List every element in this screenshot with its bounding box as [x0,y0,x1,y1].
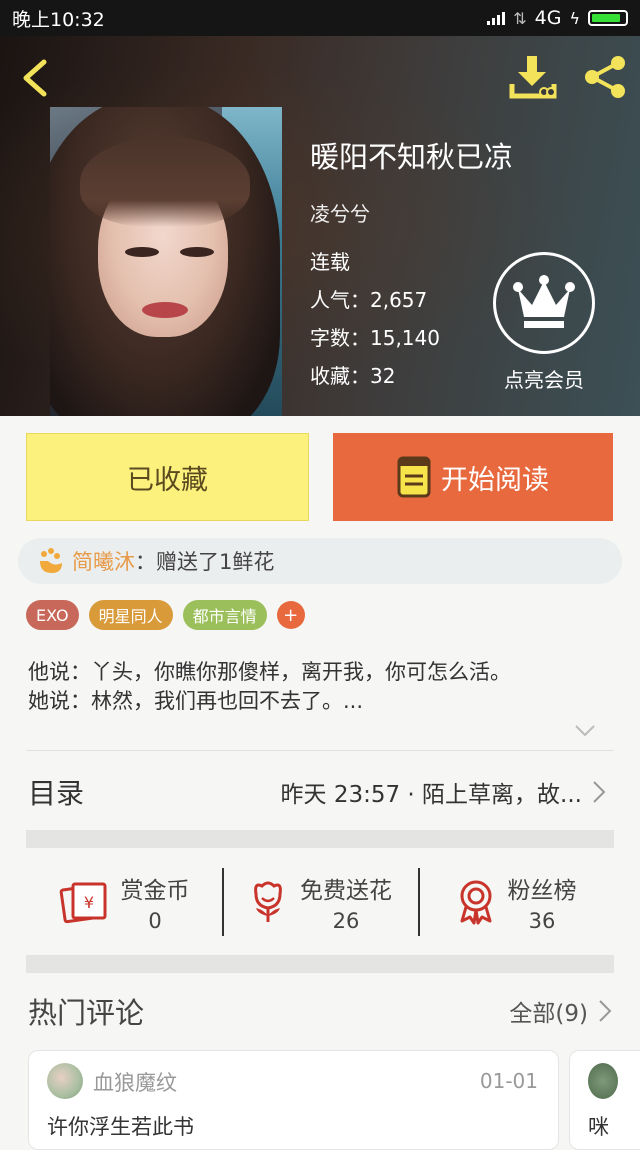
signal-icon [487,11,506,25]
book-title: 暖阳不知秋已凉 [310,140,514,174]
status-time: 晚上10:32 [12,8,105,31]
avatar[interactable] [47,1063,83,1099]
favorited-button[interactable]: 已收藏 [26,433,309,521]
free-flowers-item[interactable]: 免费送花 26 [222,848,418,956]
charging-icon: ϟ [569,8,580,28]
book-favorites: 收藏：32 [310,364,396,388]
red-envelope-icon: ¥ [59,882,106,924]
fan-ranking-item[interactable]: 粉丝榜 36 [418,848,614,956]
share-icon[interactable] [582,54,628,100]
section-separator [26,955,614,973]
toc-label: 目录 [28,777,85,810]
back-arrow-icon[interactable] [18,58,52,98]
tag-exo[interactable]: EXO [26,600,79,630]
comment-user[interactable]: 血狼魔纹 [93,1067,177,1097]
start-reading-label: 开始阅读 [441,464,549,496]
tag-list: EXO 明星同人 都市言情 + [26,600,305,630]
gift-text: ：赠送了1鲜花 [135,550,275,574]
reward-coins-item[interactable]: ¥ 赏金币 0 [26,848,222,956]
chevron-right-icon[interactable] [598,999,612,1023]
status-indicators: ⇅ 4G ϟ [487,7,628,29]
free-flowers-label: 免费送花 [300,878,392,904]
comment-card[interactable]: 血狼魔纹 01-01 许你浮生若此书 [28,1050,559,1150]
expand-chevron-icon[interactable] [574,724,596,738]
latest-chapter: 昨天 23:57 · 陌上草离，故... [280,782,582,808]
battery-icon [588,10,628,26]
add-tag-button[interactable]: + [276,601,305,629]
book-cover-image[interactable] [50,107,282,416]
comment-card[interactable]: 咪 [569,1050,640,1150]
description-line-2: 她说：林然，我们再也回不去了。... [28,689,364,713]
all-comments-link[interactable]: 全部(9) [509,994,588,1028]
hot-comments-title: 热门评论 [28,996,145,1030]
vip-crown-button[interactable] [493,252,595,354]
tag-celebrity-fanfic[interactable]: 明星同人 [88,600,173,630]
free-flowers-value: 26 [332,909,360,933]
section-separator [26,830,614,848]
book-word-count: 字数：15,140 [310,326,440,350]
comment-date: 01-01 [479,1069,538,1093]
flower-bouquet-icon [40,548,62,573]
fan-ranking-label: 粉丝榜 [507,878,577,904]
comment-text: 咪 [588,1115,609,1139]
hot-comments-header: 热门评论 全部(9) [28,990,612,1032]
svg-text:¥: ¥ [83,893,93,912]
gift-notice[interactable]: 简曦沐 ：赠送了1鲜花 [18,538,622,584]
data-transfer-icon: ⇅ [513,8,527,28]
stats-row: ¥ 赏金币 0 免费送花 26 粉丝榜 36 [26,848,614,956]
vip-label[interactable]: 点亮会员 [490,364,598,393]
status-bar: 晚上10:32 ⇅ 4G ϟ [0,0,640,36]
book-description[interactable]: 他说：丫头，你瞧你那傻样，离开我，你可怎么活。 她说：林然，我们再也回不去了。.… [28,658,608,716]
tag-urban-romance[interactable]: 都市言情 [182,600,267,630]
start-reading-button[interactable]: 开始阅读 [333,433,613,521]
book-status: 连载 [310,250,350,274]
table-of-contents-row[interactable]: 目录 昨天 23:57 · 陌上草离，故... [0,752,640,832]
fan-ranking-value: 36 [528,909,556,933]
book-icon [397,456,431,498]
avatar[interactable] [588,1063,618,1099]
favorited-label: 已收藏 [127,464,208,496]
reward-coins-value: 0 [148,909,162,933]
download-icon[interactable] [508,54,558,102]
comment-text: 许你浮生若此书 [47,1115,194,1139]
flower-icon [254,881,282,922]
divider [26,750,614,751]
book-header: 暖阳不知秋已凉 凌兮兮 连载 人气：2,657 字数：15,140 收藏：32 … [0,36,640,416]
book-author[interactable]: 凌兮兮 [310,198,370,227]
reward-coins-label: 赏金币 [120,878,190,904]
book-popularity: 人气：2,657 [310,288,428,312]
network-type: 4G [534,7,562,29]
chevron-right-icon [593,781,606,803]
crown-icon [513,275,575,328]
gift-sender[interactable]: 简曦沐 [72,546,135,576]
award-icon [460,880,491,925]
description-line-1: 他说：丫头，你瞧你那傻样，离开我，你可怎么活。 [28,660,511,684]
